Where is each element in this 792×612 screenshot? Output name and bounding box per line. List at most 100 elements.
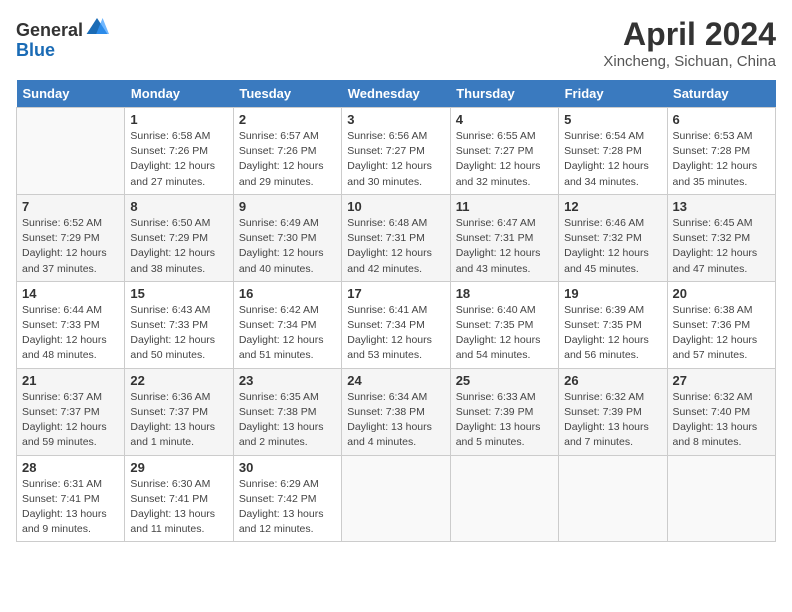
calendar-week-row: 21 Sunrise: 6:37 AM Sunset: 7:37 PM Dayli… (17, 368, 776, 455)
day-info: Sunrise: 6:42 AM Sunset: 7:34 PM Dayligh… (239, 303, 336, 364)
calendar-cell (342, 455, 450, 542)
day-info: Sunrise: 6:56 AM Sunset: 7:27 PM Dayligh… (347, 129, 444, 190)
day-number: 20 (673, 286, 770, 301)
calendar-cell: 23 Sunrise: 6:35 AM Sunset: 7:38 PM Dayli… (233, 368, 341, 455)
day-info: Sunrise: 6:57 AM Sunset: 7:26 PM Dayligh… (239, 129, 336, 190)
day-number: 18 (456, 286, 553, 301)
day-number: 9 (239, 199, 336, 214)
calendar-cell (559, 455, 667, 542)
calendar-cell: 9 Sunrise: 6:49 AM Sunset: 7:30 PM Daylig… (233, 194, 341, 281)
day-info: Sunrise: 6:38 AM Sunset: 7:36 PM Dayligh… (673, 303, 770, 364)
logo: General Blue (16, 16, 109, 61)
day-number: 24 (347, 373, 444, 388)
day-number: 13 (673, 199, 770, 214)
calendar-cell: 16 Sunrise: 6:42 AM Sunset: 7:34 PM Dayli… (233, 281, 341, 368)
day-number: 23 (239, 373, 336, 388)
calendar-cell: 18 Sunrise: 6:40 AM Sunset: 7:35 PM Dayli… (450, 281, 558, 368)
day-number: 28 (22, 460, 119, 475)
day-number: 27 (673, 373, 770, 388)
calendar-cell: 14 Sunrise: 6:44 AM Sunset: 7:33 PM Dayli… (17, 281, 125, 368)
day-info: Sunrise: 6:34 AM Sunset: 7:38 PM Dayligh… (347, 390, 444, 451)
day-number: 29 (130, 460, 227, 475)
calendar-cell: 12Sunrise: 6:46 AM Sunset: 7:32 PM Dayli… (559, 194, 667, 281)
day-number: 26 (564, 373, 661, 388)
day-info: Sunrise: 6:48 AM Sunset: 7:31 PM Dayligh… (347, 216, 444, 277)
calendar-cell: 11 Sunrise: 6:47 AM Sunset: 7:31 PM Dayli… (450, 194, 558, 281)
day-info: Sunrise: 6:40 AM Sunset: 7:35 PM Dayligh… (456, 303, 553, 364)
calendar-cell: 10 Sunrise: 6:48 AM Sunset: 7:31 PM Dayli… (342, 194, 450, 281)
day-info: Sunrise: 6:39 AM Sunset: 7:35 PM Dayligh… (564, 303, 661, 364)
calendar-cell: 30 Sunrise: 6:29 AM Sunset: 7:42 PM Dayli… (233, 455, 341, 542)
day-number: 2 (239, 112, 336, 127)
calendar-cell: 6Sunrise: 6:53 AM Sunset: 7:28 PM Daylig… (667, 108, 775, 195)
weekday-header: Friday (559, 80, 667, 108)
calendar-cell (450, 455, 558, 542)
day-number: 14 (22, 286, 119, 301)
day-info: Sunrise: 6:36 AM Sunset: 7:37 PM Dayligh… (130, 390, 227, 451)
calendar-week-row: 14 Sunrise: 6:44 AM Sunset: 7:33 PM Dayli… (17, 281, 776, 368)
day-info: Sunrise: 6:45 AM Sunset: 7:32 PM Dayligh… (673, 216, 770, 277)
day-number: 3 (347, 112, 444, 127)
day-info: Sunrise: 6:55 AM Sunset: 7:27 PM Dayligh… (456, 129, 553, 190)
calendar-cell: 24 Sunrise: 6:34 AM Sunset: 7:38 PM Dayli… (342, 368, 450, 455)
day-number: 30 (239, 460, 336, 475)
day-number: 5 (564, 112, 661, 127)
day-number: 4 (456, 112, 553, 127)
day-info: Sunrise: 6:52 AM Sunset: 7:29 PM Dayligh… (22, 216, 119, 277)
day-info: Sunrise: 6:35 AM Sunset: 7:38 PM Dayligh… (239, 390, 336, 451)
day-info: Sunrise: 6:33 AM Sunset: 7:39 PM Dayligh… (456, 390, 553, 451)
weekday-header: Wednesday (342, 80, 450, 108)
calendar-cell: 21 Sunrise: 6:37 AM Sunset: 7:37 PM Dayli… (17, 368, 125, 455)
calendar-table: SundayMondayTuesdayWednesdayThursdayFrid… (16, 80, 776, 542)
calendar-cell: 15 Sunrise: 6:43 AM Sunset: 7:33 PM Dayli… (125, 281, 233, 368)
logo-blue: Blue (16, 40, 55, 60)
calendar-cell: 20 Sunrise: 6:38 AM Sunset: 7:36 PM Dayli… (667, 281, 775, 368)
day-info: Sunrise: 6:43 AM Sunset: 7:33 PM Dayligh… (130, 303, 227, 364)
day-number: 19 (564, 286, 661, 301)
day-number: 11 (456, 199, 553, 214)
calendar-cell (17, 108, 125, 195)
day-number: 16 (239, 286, 336, 301)
calendar-week-row: 7 Sunrise: 6:52 AM Sunset: 7:29 PM Daylig… (17, 194, 776, 281)
day-number: 25 (456, 373, 553, 388)
day-number: 7 (22, 199, 119, 214)
day-info: Sunrise: 6:41 AM Sunset: 7:34 PM Dayligh… (347, 303, 444, 364)
day-number: 15 (130, 286, 227, 301)
day-info: Sunrise: 6:46 AM Sunset: 7:32 PM Dayligh… (564, 216, 661, 277)
day-info: Sunrise: 6:30 AM Sunset: 7:41 PM Dayligh… (130, 477, 227, 538)
calendar-cell: 3 Sunrise: 6:56 AM Sunset: 7:27 PM Daylig… (342, 108, 450, 195)
calendar-cell: 7 Sunrise: 6:52 AM Sunset: 7:29 PM Daylig… (17, 194, 125, 281)
day-info: Sunrise: 6:29 AM Sunset: 7:42 PM Dayligh… (239, 477, 336, 538)
day-info: Sunrise: 6:44 AM Sunset: 7:33 PM Dayligh… (22, 303, 119, 364)
day-info: Sunrise: 6:32 AM Sunset: 7:40 PM Dayligh… (673, 390, 770, 451)
weekday-header: Thursday (450, 80, 558, 108)
calendar-cell (667, 455, 775, 542)
calendar-cell: 13 Sunrise: 6:45 AM Sunset: 7:32 PM Dayli… (667, 194, 775, 281)
calendar-cell: 29 Sunrise: 6:30 AM Sunset: 7:41 PM Dayli… (125, 455, 233, 542)
calendar-cell: 5 Sunrise: 6:54 AM Sunset: 7:28 PM Daylig… (559, 108, 667, 195)
page-header: General Blue April 2024 Xincheng, Sichua… (16, 16, 776, 70)
main-title: April 2024 (603, 16, 776, 53)
day-info: Sunrise: 6:37 AM Sunset: 7:37 PM Dayligh… (22, 390, 119, 451)
day-info: Sunrise: 6:32 AM Sunset: 7:39 PM Dayligh… (564, 390, 661, 451)
logo-general: General (16, 20, 83, 40)
day-info: Sunrise: 6:49 AM Sunset: 7:30 PM Dayligh… (239, 216, 336, 277)
calendar-cell: 4 Sunrise: 6:55 AM Sunset: 7:27 PM Daylig… (450, 108, 558, 195)
day-info: Sunrise: 6:53 AM Sunset: 7:28 PM Dayligh… (673, 129, 770, 190)
sub-title: Xincheng, Sichuan, China (603, 53, 776, 70)
day-number: 21 (22, 373, 119, 388)
calendar-cell: 1Sunrise: 6:58 AM Sunset: 7:26 PM Daylig… (125, 108, 233, 195)
day-info: Sunrise: 6:50 AM Sunset: 7:29 PM Dayligh… (130, 216, 227, 277)
day-info: Sunrise: 6:58 AM Sunset: 7:26 PM Dayligh… (130, 129, 227, 190)
weekday-header: Saturday (667, 80, 775, 108)
calendar-cell: 26 Sunrise: 6:32 AM Sunset: 7:39 PM Dayli… (559, 368, 667, 455)
day-info: Sunrise: 6:54 AM Sunset: 7:28 PM Dayligh… (564, 129, 661, 190)
calendar-cell: 25 Sunrise: 6:33 AM Sunset: 7:39 PM Dayli… (450, 368, 558, 455)
day-number: 10 (347, 199, 444, 214)
calendar-header: SundayMondayTuesdayWednesdayThursdayFrid… (17, 80, 776, 108)
day-number: 17 (347, 286, 444, 301)
weekday-header: Monday (125, 80, 233, 108)
weekday-header: Tuesday (233, 80, 341, 108)
day-info: Sunrise: 6:47 AM Sunset: 7:31 PM Dayligh… (456, 216, 553, 277)
calendar-cell: 28Sunrise: 6:31 AM Sunset: 7:41 PM Dayli… (17, 455, 125, 542)
